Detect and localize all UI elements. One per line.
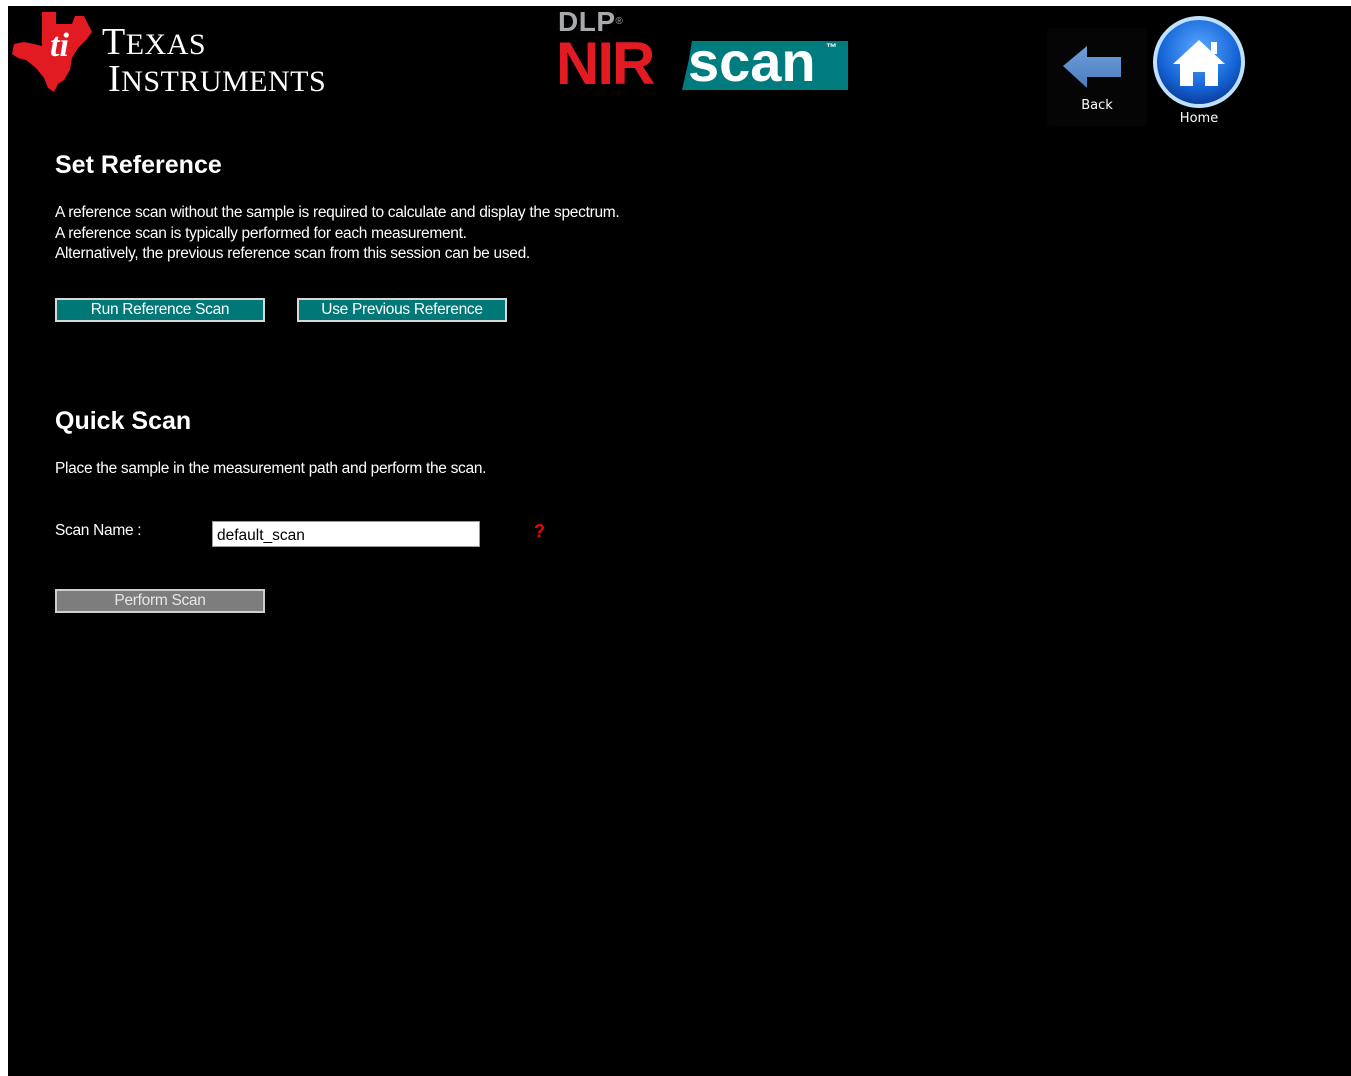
back-button[interactable]: Back (1047, 28, 1147, 126)
scan-name-input[interactable] (212, 521, 480, 547)
house-icon (1153, 16, 1245, 108)
use-previous-reference-button[interactable]: Use Previous Reference (297, 298, 507, 322)
trademark-symbol: ™ (826, 42, 837, 54)
scan-logo-text: scan (688, 30, 816, 93)
dlp-nirscan-logo: DLP® NIR scan ™ (556, 8, 853, 97)
home-label: Home (1179, 111, 1219, 126)
set-reference-description: A reference scan without the sample is r… (55, 203, 620, 265)
texas-instruments-logo: ti TEXAS INSTRUMENTS (12, 10, 352, 98)
nir-logo-text: NIR (556, 30, 655, 97)
quick-scan-description: Place the sample in the measurement path… (55, 459, 486, 480)
quick-scan-title: Quick Scan (55, 407, 192, 435)
left-arrow-icon (1063, 46, 1121, 88)
perform-scan-button[interactable]: Perform Scan (55, 589, 265, 613)
help-icon[interactable]: ? (534, 521, 545, 542)
ti-logo-word-instruments: INSTRUMENTS (108, 58, 327, 100)
scan-name-label: Scan Name : (55, 522, 142, 539)
description-line: A reference scan without the sample is r… (55, 204, 620, 221)
set-reference-title: Set Reference (55, 151, 222, 179)
back-label: Back (1081, 98, 1113, 113)
description-line: Alternatively, the previous reference sc… (55, 245, 530, 262)
description-line: Place the sample in the measurement path… (55, 460, 487, 477)
svg-text:ti: ti (50, 27, 69, 64)
run-reference-scan-button[interactable]: Run Reference Scan (55, 298, 265, 322)
app-screen: ti TEXAS INSTRUMENTS DLP® NIR scan ™ Bac… (8, 6, 1351, 1076)
ti-state-logo-icon: ti (12, 12, 92, 92)
home-button[interactable]: Home (1147, 12, 1257, 130)
description-line: A reference scan is typically performed … (55, 224, 467, 242)
